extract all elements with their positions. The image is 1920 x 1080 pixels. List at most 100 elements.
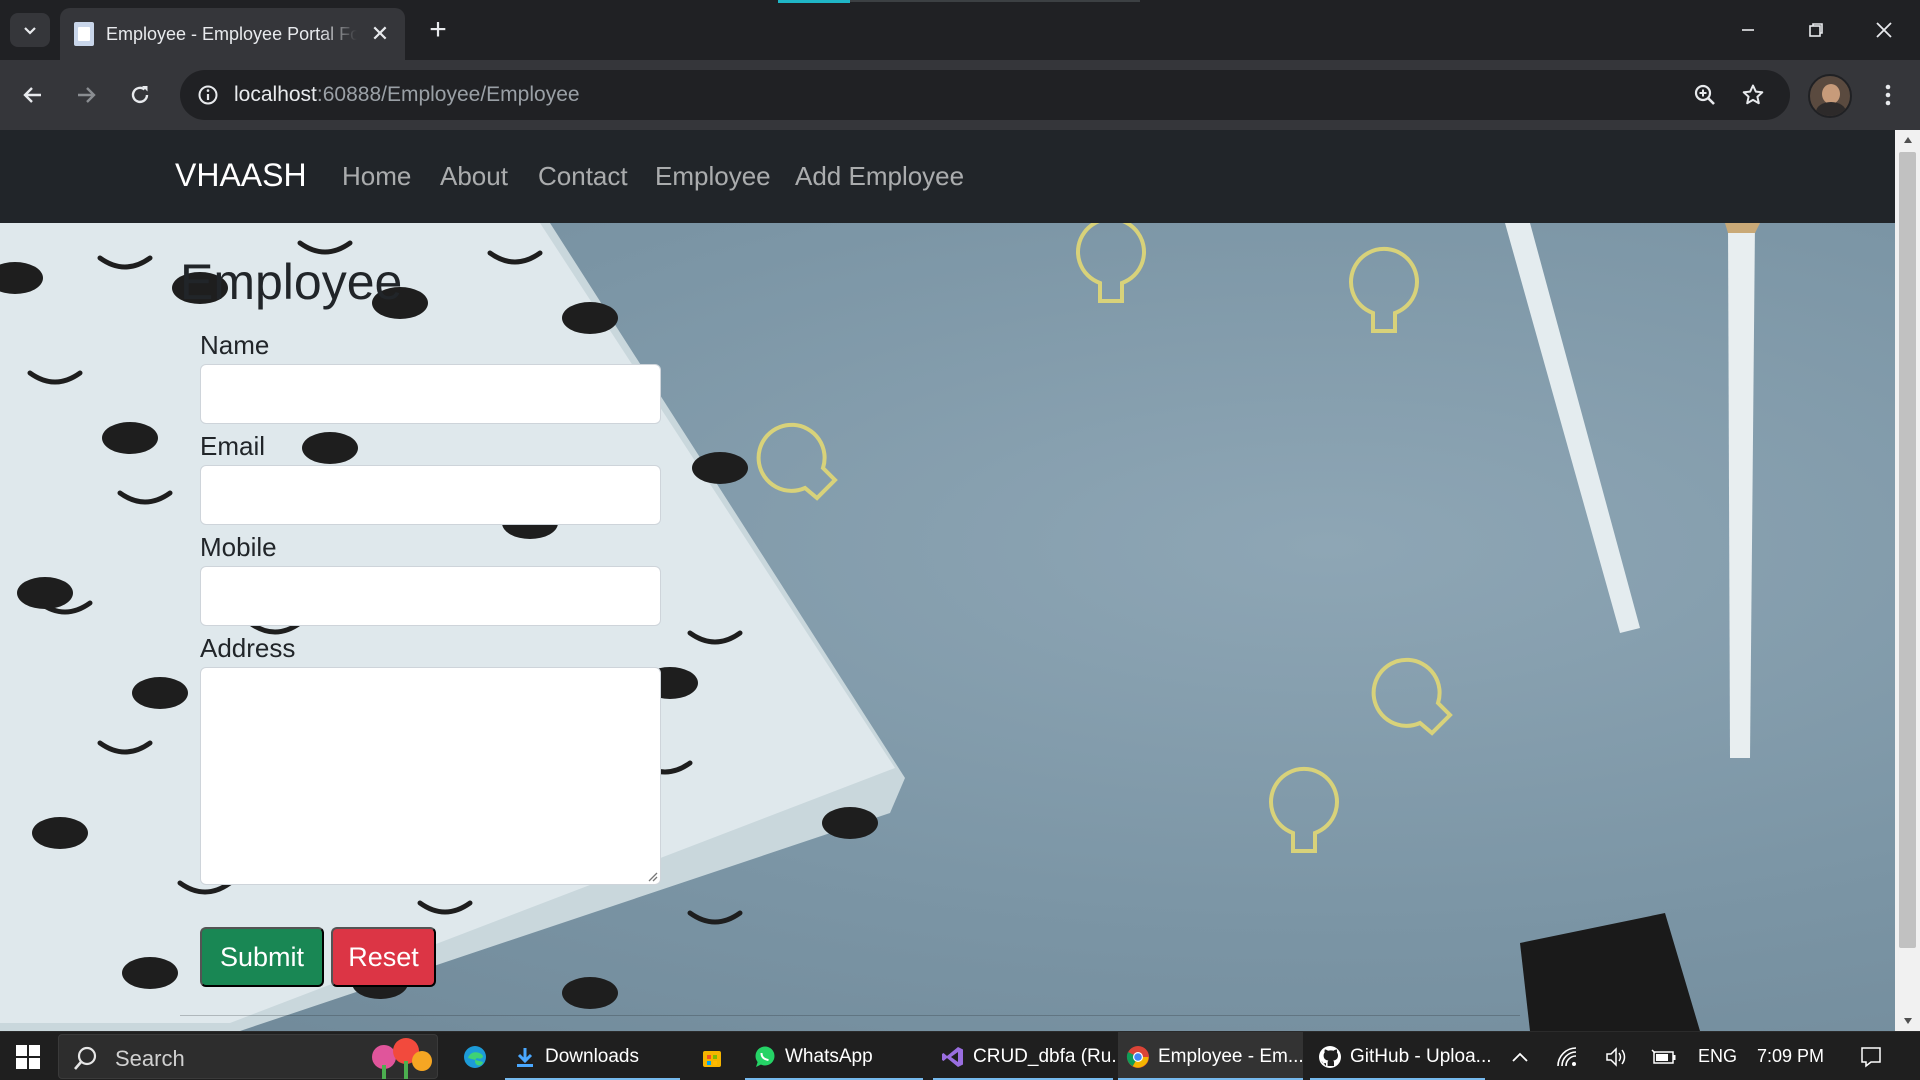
forward-icon	[78, 87, 96, 103]
close-icon[interactable]: ✕	[369, 21, 391, 47]
footer-divider	[180, 1015, 1520, 1016]
volume-button[interactable]	[1603, 1044, 1629, 1070]
address-textarea[interactable]	[200, 667, 661, 885]
clock[interactable]: 7:09 PM	[1757, 1046, 1824, 1067]
scroll-up-icon	[1903, 137, 1912, 143]
taskbar-github[interactable]: GitHub - Uploa...	[1310, 1032, 1492, 1080]
resize-grip-icon[interactable]	[646, 870, 658, 882]
email-label: Email	[200, 431, 266, 461]
active-tab[interactable]: Employee - Employee Portal For ✕	[60, 8, 405, 60]
download-icon	[517, 1047, 533, 1067]
language-indicator[interactable]: ENG	[1698, 1046, 1737, 1067]
mobile-label: Mobile	[200, 532, 277, 562]
network-button[interactable]	[1555, 1044, 1581, 1070]
browser-menu-button[interactable]	[1870, 75, 1906, 115]
background-photo	[0, 223, 1895, 1031]
taskbar-visual-studio[interactable]: CRUD_dbfa (Ru...	[933, 1032, 1127, 1080]
url-path: :60888/Employee/Employee	[316, 83, 580, 106]
chevron-up-icon	[1512, 1052, 1528, 1062]
taskbar-whatsapp[interactable]: WhatsApp	[745, 1032, 923, 1080]
minimize-icon	[1742, 29, 1754, 31]
notification-icon	[1861, 1047, 1881, 1068]
windows-icon	[16, 1044, 40, 1069]
notification-center-button[interactable]	[1858, 1044, 1884, 1070]
site-brand[interactable]: VHAASH	[175, 157, 307, 194]
nav-home[interactable]: Home	[342, 161, 411, 192]
zoom-button[interactable]	[1690, 80, 1720, 110]
back-button[interactable]	[11, 73, 55, 117]
visual-studio-icon	[942, 1046, 963, 1067]
taskbar-edge[interactable]	[455, 1032, 503, 1080]
scroll-up-button[interactable]	[1895, 130, 1920, 150]
search-icon	[74, 1046, 97, 1070]
close-window-icon	[1876, 22, 1892, 38]
mobile-input[interactable]	[200, 566, 661, 626]
taskbar-chrome-label: Employee - Em...	[1158, 1045, 1304, 1067]
taskbar-whatsapp-label: WhatsApp	[785, 1045, 873, 1067]
window-close-button[interactable]	[1850, 0, 1918, 60]
page-title: Employee	[180, 254, 403, 310]
search-placeholder: Search	[115, 1046, 185, 1071]
loading-indicator	[778, 0, 850, 3]
browser-toolbar: localhost:60888/Employee/Employee	[0, 60, 1920, 130]
scroll-down-button[interactable]	[1895, 1011, 1920, 1031]
restore-icon	[1809, 23, 1823, 37]
windows-taskbar: Search Downloads WhatsApp CRUD_dbfa (Ru.…	[0, 1031, 1920, 1080]
reset-button[interactable]: Reset	[331, 927, 436, 987]
whatsapp-icon	[755, 1046, 775, 1067]
volume-icon	[1606, 1047, 1626, 1067]
nav-employee[interactable]: Employee	[655, 161, 771, 192]
taskbar-vs-label: CRUD_dbfa (Ru...	[973, 1045, 1128, 1067]
profile-avatar[interactable]	[1808, 74, 1852, 118]
chrome-icon	[1126, 1045, 1149, 1068]
plus-icon: +	[429, 13, 447, 46]
taskbar-search[interactable]: Search	[58, 1034, 438, 1079]
new-tab-button[interactable]: +	[420, 12, 456, 48]
url-host: localhost	[234, 83, 317, 106]
taskbar-github-label: GitHub - Uploa...	[1350, 1045, 1492, 1067]
taskbar-store[interactable]	[692, 1032, 740, 1080]
url-text: localhost:60888/Employee/Employee	[234, 83, 580, 107]
address-bar[interactable]: localhost:60888/Employee/Employee	[180, 70, 1790, 120]
site-info-button[interactable]	[192, 79, 224, 111]
nav-contact[interactable]: Contact	[538, 161, 628, 192]
battery-icon	[1651, 1049, 1676, 1064]
tab-search-icon	[24, 27, 36, 35]
taskbar-chrome[interactable]: Employee - Em...	[1118, 1032, 1304, 1080]
info-icon	[198, 85, 218, 105]
tab-search-button[interactable]	[10, 13, 50, 47]
bookmark-button[interactable]	[1738, 80, 1768, 110]
minimize-button[interactable]	[1714, 0, 1782, 60]
kebab-menu-icon	[1885, 84, 1891, 106]
flowers-icon	[372, 1038, 432, 1079]
browser-tab-strip: Employee - Employee Portal For ✕ +	[0, 0, 1920, 60]
zoom-icon	[1694, 84, 1715, 105]
start-button[interactable]	[0, 1032, 56, 1080]
scroll-thumb[interactable]	[1899, 152, 1916, 948]
background-illustration	[0, 223, 1760, 1031]
address-label: Address	[200, 633, 296, 663]
tray-overflow-button[interactable]	[1507, 1044, 1533, 1070]
nav-add-employee[interactable]: Add Employee	[795, 161, 964, 192]
loading-indicator-track	[850, 0, 1140, 2]
name-label: Name	[200, 330, 270, 360]
email-input[interactable]	[200, 465, 661, 525]
battery-button[interactable]	[1651, 1044, 1677, 1070]
name-input[interactable]	[200, 364, 661, 424]
tab-title: Employee - Employee Portal For	[106, 23, 357, 44]
taskbar-downloads-label: Downloads	[545, 1045, 639, 1067]
edge-icon	[464, 1045, 486, 1068]
reload-button[interactable]	[118, 73, 162, 117]
github-icon	[1319, 1045, 1341, 1068]
nav-about[interactable]: About	[440, 161, 508, 192]
restore-button[interactable]	[1782, 0, 1850, 60]
page-scrollbar[interactable]	[1895, 130, 1920, 1031]
reload-icon	[131, 86, 149, 104]
submit-button[interactable]: Submit	[200, 927, 324, 987]
scroll-down-icon	[1903, 1018, 1912, 1024]
wifi-icon	[1557, 1047, 1577, 1067]
site-navbar: VHAASH Home About Contact Employee Add E…	[0, 130, 1895, 223]
taskbar-downloads[interactable]: Downloads	[505, 1032, 680, 1080]
star-icon	[1742, 84, 1764, 105]
forward-button[interactable]	[64, 73, 108, 117]
